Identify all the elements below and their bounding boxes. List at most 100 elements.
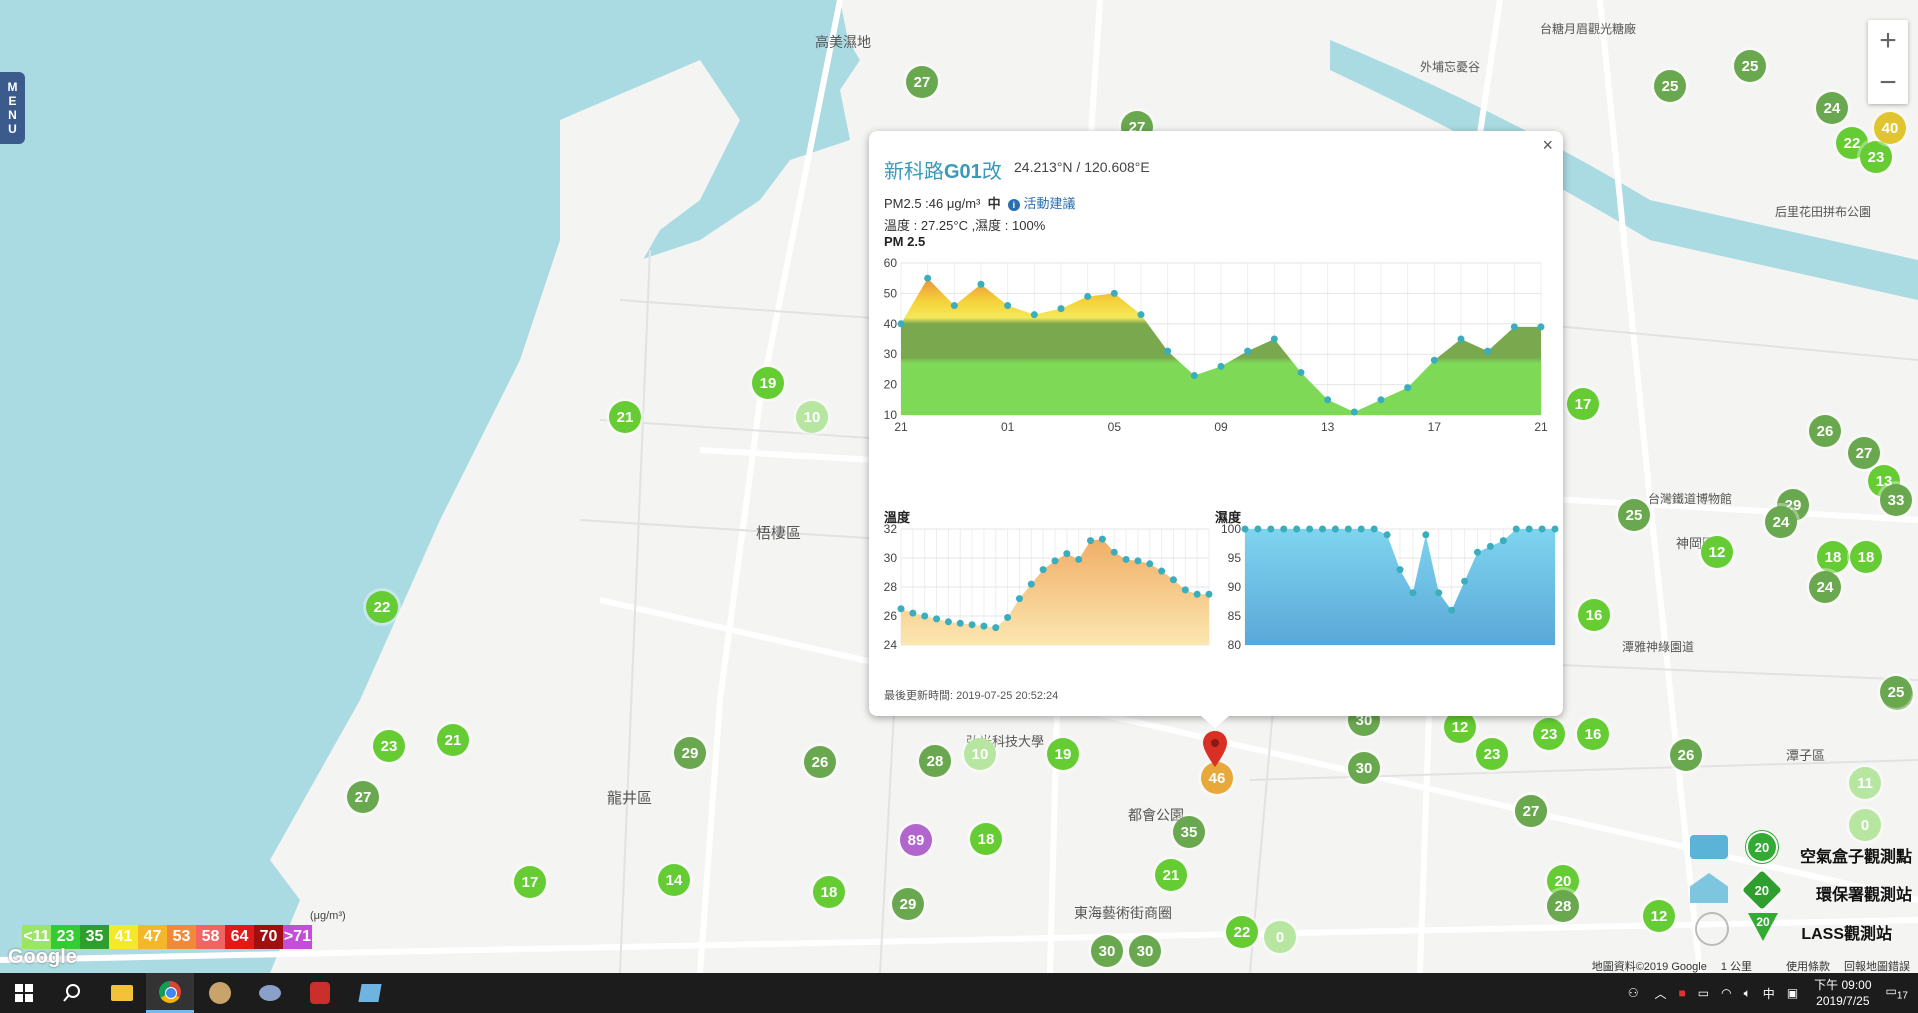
close-button[interactable]: × xyxy=(1542,135,1553,156)
search-icon[interactable] xyxy=(48,973,96,1013)
station-marker[interactable]: 22 xyxy=(1226,916,1258,948)
station-marker[interactable]: 22 xyxy=(366,591,398,623)
station-marker[interactable]: 40 xyxy=(1874,112,1906,144)
station-marker[interactable]: 25 xyxy=(1734,50,1766,82)
clock[interactable]: 下午 09:00 2019/7/25 xyxy=(1814,977,1871,1009)
humidity-chart: 80 85 90 95 100 xyxy=(1221,522,1559,652)
station-marker[interactable]: 29 xyxy=(674,737,706,769)
station-marker[interactable]: 24 xyxy=(1765,506,1797,538)
pm-chart-title: PM 2.5 xyxy=(884,234,926,249)
chevron-up-icon[interactable]: ︿ xyxy=(1655,985,1667,1002)
y-tick-label: 85 xyxy=(1228,609,1242,623)
data-point xyxy=(897,605,905,613)
station-marker[interactable]: 19 xyxy=(752,367,784,399)
data-point xyxy=(1158,567,1166,575)
station-marker[interactable]: 33 xyxy=(1880,484,1912,516)
people-icon[interactable]: ⚇ xyxy=(1628,986,1639,1000)
station-marker[interactable]: 27 xyxy=(906,66,938,98)
data-point xyxy=(1267,525,1275,533)
station-marker[interactable]: 23 xyxy=(1533,718,1565,750)
zoom-in-button[interactable]: + xyxy=(1868,20,1908,62)
station-marker[interactable]: 89 xyxy=(900,824,932,856)
data-point xyxy=(1331,525,1339,533)
windows-start-icon[interactable] xyxy=(0,973,48,1013)
station-marker[interactable]: 12 xyxy=(1643,900,1675,932)
data-point xyxy=(924,274,932,282)
station-marker[interactable]: 10 xyxy=(796,401,828,433)
map-pin-icon[interactable] xyxy=(1203,731,1227,767)
station-marker[interactable]: 30 xyxy=(1129,935,1161,967)
app-icon[interactable] xyxy=(296,973,344,1013)
station-marker[interactable]: 21 xyxy=(437,724,469,756)
file-explorer-icon[interactable] xyxy=(98,973,146,1013)
y-tick-label: 28 xyxy=(884,580,898,594)
input-icon[interactable]: ▣ xyxy=(1787,986,1798,1000)
station-marker[interactable]: 26 xyxy=(1809,415,1841,447)
airbox-icon xyxy=(1690,835,1728,859)
chrome-icon[interactable] xyxy=(146,973,194,1013)
app-icon[interactable] xyxy=(346,973,394,1013)
station-marker[interactable]: 25 xyxy=(1618,499,1650,531)
station-marker[interactable]: 16 xyxy=(1578,599,1610,631)
data-point xyxy=(1098,535,1106,543)
station-marker[interactable]: 18 xyxy=(1850,541,1882,573)
data-point xyxy=(1538,525,1546,533)
menu-tab[interactable]: MENU xyxy=(0,72,25,144)
station-marker[interactable]: 27 xyxy=(1848,437,1880,469)
wifi-icon[interactable]: ◠ xyxy=(1721,986,1731,1000)
station-marker[interactable]: 25 xyxy=(1880,676,1912,708)
app-icon[interactable] xyxy=(196,973,244,1013)
station-marker[interactable]: 14 xyxy=(658,864,690,896)
station-marker[interactable]: 0 xyxy=(1849,809,1881,841)
station-marker[interactable]: 12 xyxy=(1701,536,1733,568)
station-marker[interactable]: 23 xyxy=(373,730,405,762)
station-marker[interactable]: 29 xyxy=(892,888,924,920)
station-marker[interactable]: 30 xyxy=(1348,752,1380,784)
station-marker[interactable]: 18 xyxy=(970,823,1002,855)
volume-icon[interactable]: 🔈︎ xyxy=(1744,986,1751,1001)
ime-indicator[interactable]: 中 xyxy=(1763,985,1775,1002)
app-icon[interactable] xyxy=(246,973,294,1013)
station-marker[interactable]: 35 xyxy=(1173,816,1205,848)
station-marker[interactable]: 16 xyxy=(1577,718,1609,750)
data-point xyxy=(1004,613,1012,621)
data-point xyxy=(1430,356,1438,364)
notification-icon[interactable]: ▭17 xyxy=(1886,984,1908,1001)
station-marker[interactable]: 23 xyxy=(1476,738,1508,770)
station-marker[interactable]: 10 xyxy=(964,738,996,770)
zoom-out-button[interactable]: − xyxy=(1868,62,1908,104)
shield-icon[interactable]: ■ xyxy=(1679,986,1686,1000)
station-marker[interactable]: 25 xyxy=(1654,70,1686,102)
x-tick-label: 17 xyxy=(1428,420,1442,434)
pm-value: PM2.5 :46 μg/m³ xyxy=(884,196,981,211)
station-marker[interactable]: 21 xyxy=(1155,859,1187,891)
station-marker[interactable]: 28 xyxy=(1547,890,1579,922)
advice-link[interactable]: 活動建議 xyxy=(1023,196,1075,211)
legend-swatch: 35 xyxy=(80,925,109,949)
station-marker[interactable]: 27 xyxy=(347,781,379,813)
station-marker[interactable]: 21 xyxy=(609,401,641,433)
station-marker[interactable]: 24 xyxy=(1809,571,1841,603)
station-marker[interactable]: 18 xyxy=(1817,541,1849,573)
station-marker[interactable]: 18 xyxy=(813,876,845,908)
station-marker[interactable]: 23 xyxy=(1860,141,1892,173)
station-marker[interactable]: 26 xyxy=(1670,739,1702,771)
station-marker[interactable]: 17 xyxy=(514,866,546,898)
station-marker[interactable]: 26 xyxy=(804,746,836,778)
station-marker[interactable]: 11 xyxy=(1849,767,1881,799)
station-marker[interactable]: 0 xyxy=(1264,921,1296,953)
legend-swatch: 70 xyxy=(254,925,283,949)
clock-time: 下午 09:00 xyxy=(1814,978,1872,992)
station-marker[interactable]: 30 xyxy=(1091,935,1123,967)
station-legend-marker: 20 xyxy=(1748,833,1776,861)
data-point xyxy=(1396,566,1404,574)
data-point xyxy=(1181,586,1189,594)
station-marker[interactable]: 28 xyxy=(919,745,951,777)
station-marker[interactable]: 24 xyxy=(1816,92,1848,124)
battery-icon[interactable]: ▭ xyxy=(1698,986,1709,1000)
data-point xyxy=(1448,606,1456,614)
station-marker[interactable]: 19 xyxy=(1047,738,1079,770)
station-marker[interactable]: 17 xyxy=(1567,388,1599,420)
station-marker[interactable]: 27 xyxy=(1515,795,1547,827)
data-point xyxy=(1324,396,1332,404)
